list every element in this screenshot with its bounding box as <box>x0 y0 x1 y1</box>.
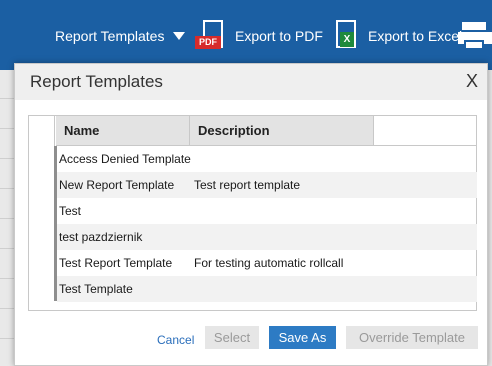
caret-down-icon <box>173 32 186 40</box>
export-excel-button[interactable]: X Export to Excel <box>334 19 462 53</box>
cell-name: Test Template <box>59 282 133 296</box>
cell-description: Test report template <box>194 178 301 192</box>
export-pdf-button[interactable]: PDF Export to PDF <box>195 19 323 53</box>
grid-rows: Access Denied Template New Report Templa… <box>57 146 477 302</box>
override-template-button[interactable]: Override Template <box>346 326 478 349</box>
dialog-header: Report Templates X <box>15 64 487 100</box>
cell-name: Access Denied Template <box>59 152 191 166</box>
pdf-file-icon: PDF <box>195 20 225 52</box>
cell-name: New Report Template <box>59 178 175 192</box>
cell-name: Test Report Template <box>59 256 173 270</box>
table-row[interactable]: Access Denied Template <box>57 146 477 172</box>
table-row[interactable]: Test Template <box>57 276 477 302</box>
excel-file-icon: X <box>334 20 358 52</box>
cell-name: Test <box>59 204 82 218</box>
cell-description: For testing automatic rollcall <box>194 256 344 270</box>
close-icon[interactable]: X <box>466 71 478 92</box>
table-row[interactable]: Test <box>57 198 477 224</box>
background-grid-left <box>0 70 14 366</box>
column-header-name[interactable]: Name <box>56 116 190 146</box>
table-row[interactable]: New Report Template Test report template <box>57 172 477 198</box>
select-button[interactable]: Select <box>205 326 259 349</box>
print-icon[interactable] <box>458 22 492 50</box>
grid-header: Name Description <box>56 116 374 146</box>
table-row[interactable]: test pazdziernik <box>57 224 477 250</box>
cell-name: test pazdziernik <box>59 230 143 244</box>
export-pdf-label: Export to PDF <box>235 28 323 44</box>
column-header-description[interactable]: Description <box>190 116 374 146</box>
templates-grid: Name Description Access Denied Template … <box>28 115 477 311</box>
report-templates-menu[interactable]: Report Templates <box>55 19 186 53</box>
report-templates-label: Report Templates <box>55 28 165 44</box>
pdf-badge: PDF <box>195 36 221 49</box>
export-excel-label: Export to Excel <box>368 28 463 44</box>
excel-badge: X <box>340 32 354 47</box>
save-as-button[interactable]: Save As <box>269 326 336 349</box>
report-templates-dialog: Report Templates X Name Description Acce… <box>14 63 488 366</box>
dialog-title: Report Templates <box>30 72 163 91</box>
top-toolbar: Report Templates PDF Export to PDF X Exp… <box>0 0 492 70</box>
table-row[interactable]: Test Report Template For testing automat… <box>57 250 477 276</box>
cancel-button[interactable]: Cancel <box>157 333 194 347</box>
background-grid-right <box>488 70 492 366</box>
